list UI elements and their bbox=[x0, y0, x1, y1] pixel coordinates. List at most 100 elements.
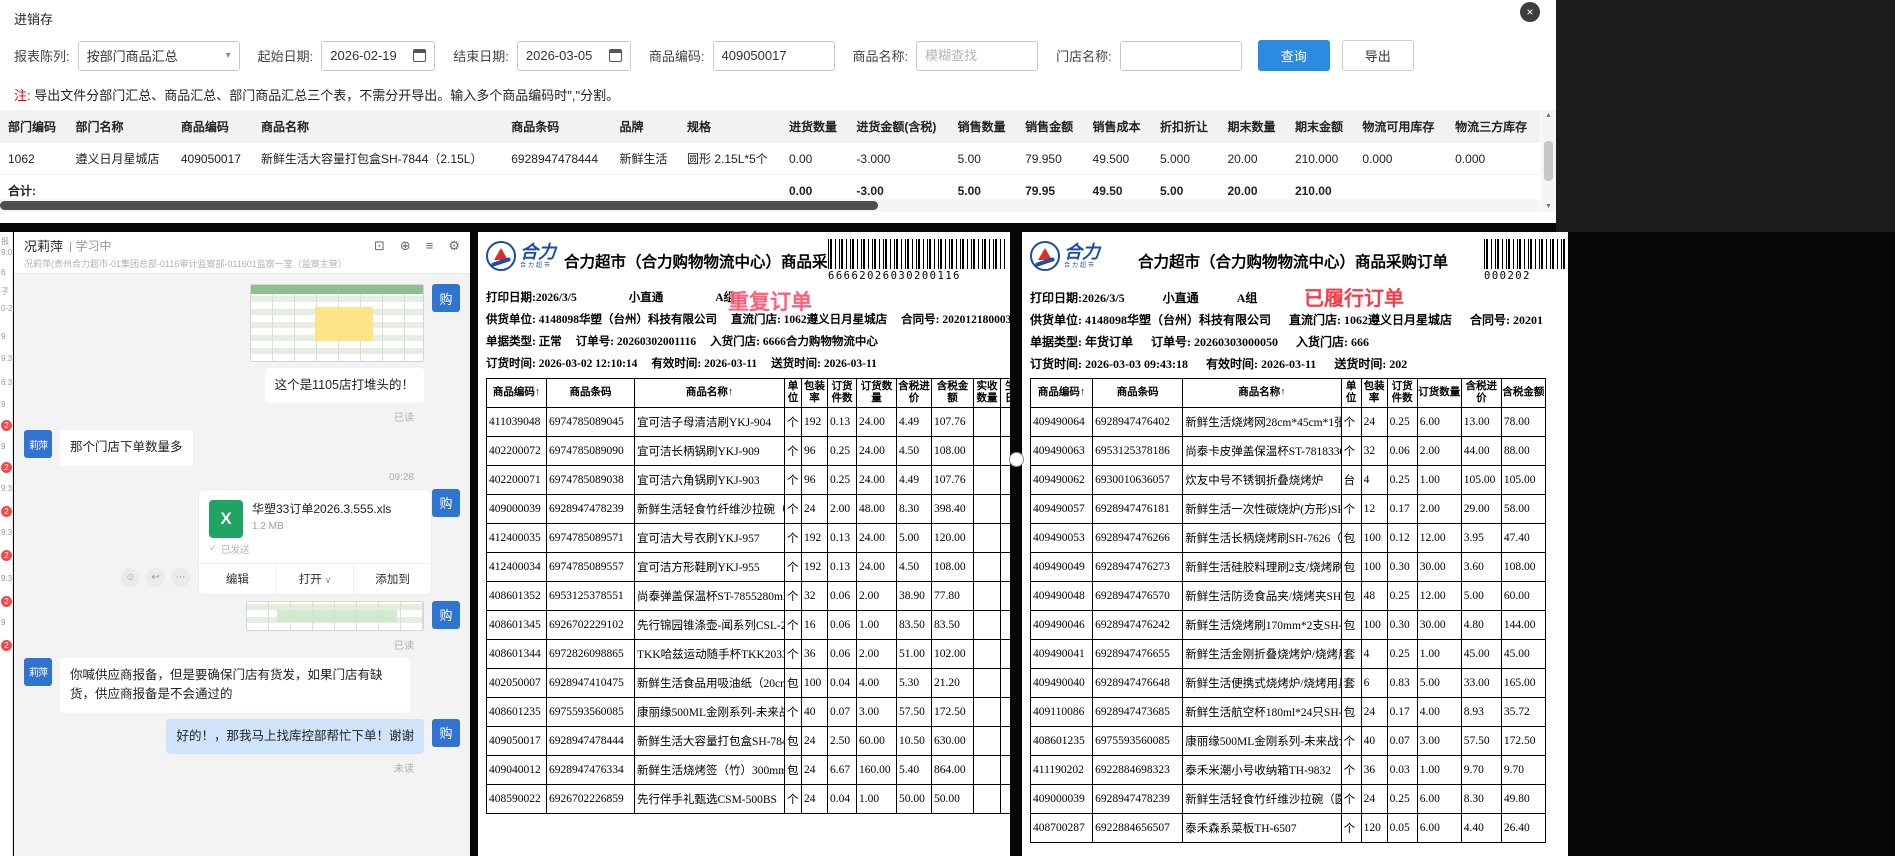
settings-icon[interactable]: ⚙ bbox=[448, 238, 460, 254]
conversation-time[interactable]: 9:34 bbox=[1, 354, 12, 363]
horizontal-scrollbar[interactable] bbox=[0, 199, 1540, 212]
avatar[interactable]: 莉萍 bbox=[24, 657, 52, 686]
file-card[interactable]: X 华塑33订单2026.3.555.xls 1.2 MB ✓ 已发送 编辑 打… bbox=[198, 488, 432, 595]
store-name-input[interactable] bbox=[1119, 40, 1242, 71]
table-row[interactable]: 4094900536928947476266新鲜生活长柄烧烤刷SH-7626（2… bbox=[1029, 523, 1547, 554]
table-row[interactable]: 409110086 6928947473685 新鲜生活航空杯180ml*24只SH… bbox=[1029, 697, 1547, 728]
unread-badge[interactable]: 2 bbox=[1, 640, 12, 651]
menu-icon[interactable]: ≡ bbox=[426, 238, 434, 254]
table-row[interactable]: 4090500176928947478444新鲜生活大容量打包盒SH-7844（… bbox=[486, 726, 1010, 757]
table-row[interactable]: 409490064 6928947476402 新鲜生活烧烤网28cm*45cm*1… bbox=[1029, 407, 1547, 438]
reaction-icon[interactable]: ☺ bbox=[121, 567, 140, 587]
conversation-time[interactable]: 6:33 bbox=[1, 378, 12, 387]
unread-badge[interactable]: 2 bbox=[1, 462, 12, 473]
table-row[interactable]: 409490046 6928947476242 新鲜生活烧烤刷170mm*2支SH-… bbox=[1029, 610, 1547, 641]
table-cell: 0.03 bbox=[1386, 755, 1418, 786]
table-row[interactable]: 409490041 6928947476655 新鲜生活金刚折叠烧烤炉/烧烤用套 4 0… bbox=[1029, 639, 1547, 670]
table-cell: 0.25 bbox=[1386, 465, 1418, 496]
table-cell: 宜可洁子母清洁刷YKJ-904 bbox=[634, 407, 785, 438]
table-row[interactable]: 1062 遵义日月星城店 409050017 新鲜生活大容量打包盒SH-7844（2.… bbox=[0, 143, 1540, 175]
unread-badge[interactable]: 2 bbox=[1, 550, 12, 561]
unread-badge[interactable]: 2 bbox=[1, 596, 12, 607]
avatar[interactable]: 购 bbox=[432, 284, 460, 312]
table-row[interactable]: 4090400126928947476334新鲜生活烧烤签（竹）300mm*15… bbox=[486, 755, 1010, 786]
excel-screenshot-image[interactable] bbox=[250, 284, 424, 362]
avatar[interactable]: 购 bbox=[432, 718, 460, 747]
table-row[interactable]: 4090000396928947478239新鲜生活轻食竹纤维沙拉碗（圆形）个2… bbox=[486, 494, 1010, 525]
unread-badge[interactable]: 2 bbox=[1, 506, 12, 517]
table-row[interactable]: 4020500076928947410475新鲜生活食品用吸油纸（20cm*20… bbox=[486, 668, 1010, 699]
message-bubble[interactable]: 这个是1105店打堆头的！ bbox=[264, 368, 424, 404]
conversation-time[interactable]: 9 bbox=[1, 442, 5, 451]
conversation-list-strip[interactable]: 报9:00 6 子 0-26 9 9:34 6:33 9 2 9 2 9:33 2 9:32 2 9:32 2 9… bbox=[0, 232, 13, 856]
excel-screenshot-image[interactable] bbox=[246, 600, 424, 631]
conversation-time[interactable]: 9 bbox=[1, 332, 5, 341]
conversation-time[interactable]: 9:32 bbox=[1, 574, 12, 583]
report-type-select[interactable]: 按部门商品汇总 ▾ bbox=[77, 40, 240, 71]
table-row[interactable]: 402200072 6974785089090 宜可洁长柄锅刷YKJ-909 个 96 0… bbox=[486, 436, 1010, 467]
add-member-icon[interactable]: ⊕ bbox=[400, 238, 411, 254]
scroll-up-icon[interactable]: ▲ bbox=[1545, 112, 1552, 119]
table-row[interactable]: 409490057 6928947476181 新鲜生活一次性碳烧炉(方形)SH-7… bbox=[1029, 494, 1547, 525]
table-row[interactable]: 408601352 6953125378551 尚泰弹盖保温杯ST-7855280m… bbox=[486, 581, 1010, 612]
table-row[interactable]: 4086013456926702229102先行锦园锥涤壶-闻系列CSL-25R… bbox=[486, 610, 1010, 641]
conversation-time[interactable]: 9 bbox=[1, 400, 5, 409]
product-code-input[interactable] bbox=[712, 40, 835, 71]
conversation-time[interactable]: 0-26 bbox=[1, 304, 12, 313]
table-cell: 6928947476273 bbox=[1092, 552, 1184, 583]
table-cell: 1.00 bbox=[1416, 639, 1462, 670]
avatar[interactable]: 购 bbox=[432, 600, 460, 629]
message-bubble[interactable]: 那个门店下单数量多 bbox=[60, 430, 193, 466]
conversation-time[interactable]: 9 bbox=[1, 618, 5, 627]
table-row[interactable]: 4085900226926702226859先行伴手礼甄选CSM-500BS（5… bbox=[486, 784, 1010, 815]
vertical-scrollbar[interactable]: ▲ ▼ bbox=[1541, 110, 1556, 212]
avatar[interactable]: 莉萍 bbox=[24, 430, 52, 459]
message-bubble[interactable]: 你喊供应商报备，但是要确保门店有货发，如果门店有缺货，供应商报备是不会通过的 bbox=[60, 657, 410, 713]
unread-badge[interactable]: 2 bbox=[1, 420, 12, 431]
table-row[interactable]: 4086012356975593560085康丽缘500ML金刚系列-未来战士3… bbox=[486, 697, 1010, 728]
table-row[interactable]: 412400034 6974785089557 宜可洁方形鞋刷YKJ-955 个 192… bbox=[486, 552, 1010, 583]
group: A组 bbox=[1236, 291, 1258, 305]
scrollbar-thumb[interactable] bbox=[0, 201, 878, 210]
divider-handle[interactable] bbox=[1009, 452, 1024, 467]
message-bubble[interactable]: 好的！，那我马上找库控部帮忙下单！谢谢 bbox=[166, 718, 424, 754]
end-date-input[interactable]: 2026-03-05 bbox=[516, 40, 631, 71]
table-row[interactable]: 409490040 6928947476648 新鲜生活便携式烧烤炉/烧烤用具套 6 0… bbox=[1029, 668, 1547, 699]
open-file-button[interactable]: 打开 ∨ bbox=[277, 563, 355, 594]
quote-icon[interactable]: ↩ bbox=[146, 567, 165, 587]
conversation-time[interactable]: 9:00 bbox=[1, 248, 12, 257]
screen-share-icon[interactable]: ⊡ bbox=[374, 238, 385, 254]
table-row[interactable]: 4094900496928947476273新鲜生活硅胶料理刷2支/烧烤刷SH包… bbox=[1029, 552, 1547, 583]
table-row[interactable]: 409490048 6928947476570 新鲜生活防烫食品夹/烧烤夹SH-76… bbox=[1029, 581, 1547, 612]
avatar[interactable]: 购 bbox=[432, 488, 460, 517]
scroll-down-icon[interactable]: ▼ bbox=[1545, 203, 1552, 210]
table-row[interactable]: 4086013446972826098865TKK哈兹运动随手杯TKK2033-… bbox=[486, 639, 1010, 670]
table-row[interactable]: 409490063 6953125378186 尚泰卡皮弹盖保温杯ST-781833… bbox=[1029, 436, 1547, 467]
table-cell: 409050017 bbox=[486, 726, 547, 757]
table-row[interactable]: 409000039 6928947478239 新鲜生活轻食竹纤维沙拉碗（圆形个 24… bbox=[1029, 784, 1547, 815]
scrollbar-thumb[interactable] bbox=[1544, 141, 1553, 181]
conversation-time[interactable]: 报 bbox=[1, 236, 9, 247]
more-icon[interactable]: ⋯ bbox=[171, 567, 190, 587]
export-button[interactable]: 导出 bbox=[1341, 40, 1414, 71]
table-cell: 6928947476402 bbox=[1092, 407, 1184, 438]
table-row[interactable]: 411039048 6974785089045 宜可洁子母清洁刷YKJ-904 个 19… bbox=[486, 407, 1010, 438]
start-date-input[interactable]: 2026-02-19 bbox=[321, 40, 436, 71]
conversation-time[interactable]: 9:32 bbox=[1, 528, 12, 537]
close-icon[interactable]: × bbox=[1520, 2, 1540, 22]
edit-file-button[interactable]: 编辑 bbox=[199, 563, 277, 594]
column-header: 销售数量 bbox=[949, 110, 1018, 143]
conversation-time[interactable]: 9:33 bbox=[1, 484, 12, 493]
product-name-input[interactable] bbox=[916, 40, 1039, 71]
query-button[interactable]: 查询 bbox=[1257, 40, 1330, 71]
table-row[interactable]: 4086012356975593560085康丽缘500ML金刚系列-未来战士3… bbox=[1029, 726, 1547, 757]
add-to-button[interactable]: 添加到 bbox=[354, 564, 431, 594]
table-row[interactable]: 408700287 6922884656507 泰禾森系菜板TH-6507 个 120 0… bbox=[1029, 813, 1547, 844]
table-row[interactable]: 412400035 6974785089571 宜可洁大号衣刷YKJ-957 个 192… bbox=[486, 523, 1010, 554]
table-row[interactable]: 402200071 6974785089038 宜可洁六角锅刷YKJ-903 个 96 0… bbox=[486, 465, 1010, 496]
table-cell: 新鲜生活轻食竹纤维沙拉碗（圆形） bbox=[634, 494, 785, 525]
conversation-time[interactable]: 6 bbox=[1, 268, 5, 277]
table-row[interactable]: 409490062 6930010636057 炊友中号不锈钢折叠烧烤炉台 4 0.25… bbox=[1029, 465, 1547, 496]
conversation-time[interactable]: 子 bbox=[1, 286, 9, 297]
table-row[interactable]: 411190202 6922884698323 泰禾米潮小号收纳箱TH-9832 个 3… bbox=[1029, 755, 1547, 786]
